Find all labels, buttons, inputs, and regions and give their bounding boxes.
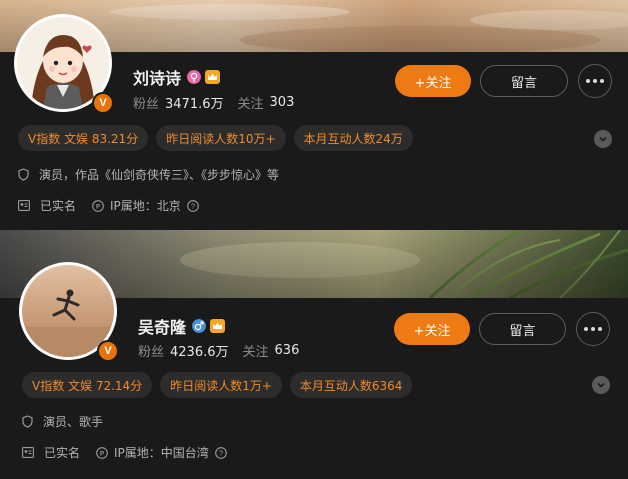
description-row: 演员、歌手 [22, 413, 103, 430]
expand-button[interactable] [594, 130, 612, 148]
more-dots-icon [584, 327, 602, 331]
v-index-tag[interactable]: V指数 文娱 72.14分 [22, 372, 153, 398]
message-button[interactable]: 留言 [479, 313, 566, 345]
ip-icon: P [92, 199, 104, 212]
more-button[interactable] [578, 64, 612, 98]
shield-icon [18, 168, 29, 181]
svg-text:?: ? [191, 201, 195, 210]
fans-label: 粉丝 [133, 97, 160, 112]
avatar[interactable]: V [19, 262, 119, 362]
stat-tags: V指数 文娱 83.21分 昨日阅读人数10万+ 本月互动人数24万 [18, 125, 413, 151]
stats-row: 粉丝 4236.6万 关注 636 [138, 341, 313, 360]
ip-location: IP属地：北京 [110, 199, 181, 213]
id-card-icon [22, 447, 34, 458]
following-label: 关注 [242, 345, 269, 360]
description-text: 演员，作品《仙剑奇侠传三》、《步步惊心》等 [39, 168, 280, 182]
ip-icon: P [96, 446, 108, 459]
message-button[interactable]: 留言 [480, 65, 568, 97]
follow-button[interactable]: +关注 [394, 313, 470, 345]
monthly-interactions-tag[interactable]: 本月互动人数24万 [293, 125, 413, 151]
meta-row: 已实名 P IP属地：北京 ? [18, 197, 205, 214]
v-index-tag[interactable]: V指数 文娱 83.21分 [18, 125, 149, 151]
profile-name[interactable]: 吴奇隆 [138, 314, 186, 338]
svg-text:?: ? [219, 448, 223, 457]
chevron-down-icon [599, 136, 607, 142]
verified-v-badge: V [92, 92, 114, 114]
fans-count[interactable]: 3471.6万 [165, 93, 224, 112]
help-icon[interactable]: ? [186, 199, 199, 212]
name-row: 刘诗诗 [133, 65, 221, 89]
following-count[interactable]: 303 [270, 95, 295, 110]
following-count[interactable]: 636 [275, 343, 300, 358]
expand-button[interactable] [592, 376, 610, 394]
male-gender-icon [192, 319, 207, 333]
fans-label: 粉丝 [138, 345, 165, 360]
ip-location: IP属地：中国台湾 [114, 446, 209, 460]
profile-card-1: V 刘诗诗 粉丝 3471.6万 关注 303 +关注 留言 V指数 文娱 83… [0, 0, 628, 228]
more-dots-icon [586, 79, 604, 83]
monthly-interactions-tag[interactable]: 本月互动人数6364 [289, 372, 413, 398]
svg-text:P: P [100, 451, 104, 457]
chevron-down-icon [597, 382, 605, 388]
help-icon[interactable]: ? [214, 446, 227, 459]
description-row: 演员，作品《仙剑奇侠传三》、《步步惊心》等 [18, 166, 279, 183]
more-button[interactable] [576, 312, 610, 346]
name-row: 吴奇隆 [138, 314, 226, 338]
stats-row: 粉丝 3471.6万 关注 303 [133, 93, 308, 112]
level-crown-icon [205, 70, 221, 84]
verified-label: 已实名 [40, 199, 77, 213]
svg-text:P: P [96, 204, 100, 210]
profile-name[interactable]: 刘诗诗 [133, 65, 181, 89]
fans-count[interactable]: 4236.6万 [170, 341, 229, 360]
description-text: 演员、歌手 [43, 415, 104, 429]
avatar[interactable]: V [14, 14, 114, 114]
following-label: 关注 [237, 97, 264, 112]
verified-v-badge: V [97, 340, 119, 362]
verified-label: 已实名 [44, 446, 81, 460]
meta-row: 已实名 P IP属地：中国台湾 ? [22, 444, 233, 461]
stat-tags: V指数 文娱 72.14分 昨日阅读人数1万+ 本月互动人数6364 [22, 372, 413, 398]
female-gender-icon [187, 70, 202, 84]
daily-readers-tag[interactable]: 昨日阅读人数10万+ [156, 125, 286, 151]
shield-icon [22, 415, 33, 428]
level-crown-icon [210, 319, 226, 333]
profile-card-2: V 吴奇隆 粉丝 4236.6万 关注 636 +关注 留言 V指数 文娱 72… [0, 230, 628, 479]
follow-button[interactable]: +关注 [395, 65, 471, 97]
id-card-icon [18, 200, 30, 211]
daily-readers-tag[interactable]: 昨日阅读人数1万+ [160, 372, 282, 398]
